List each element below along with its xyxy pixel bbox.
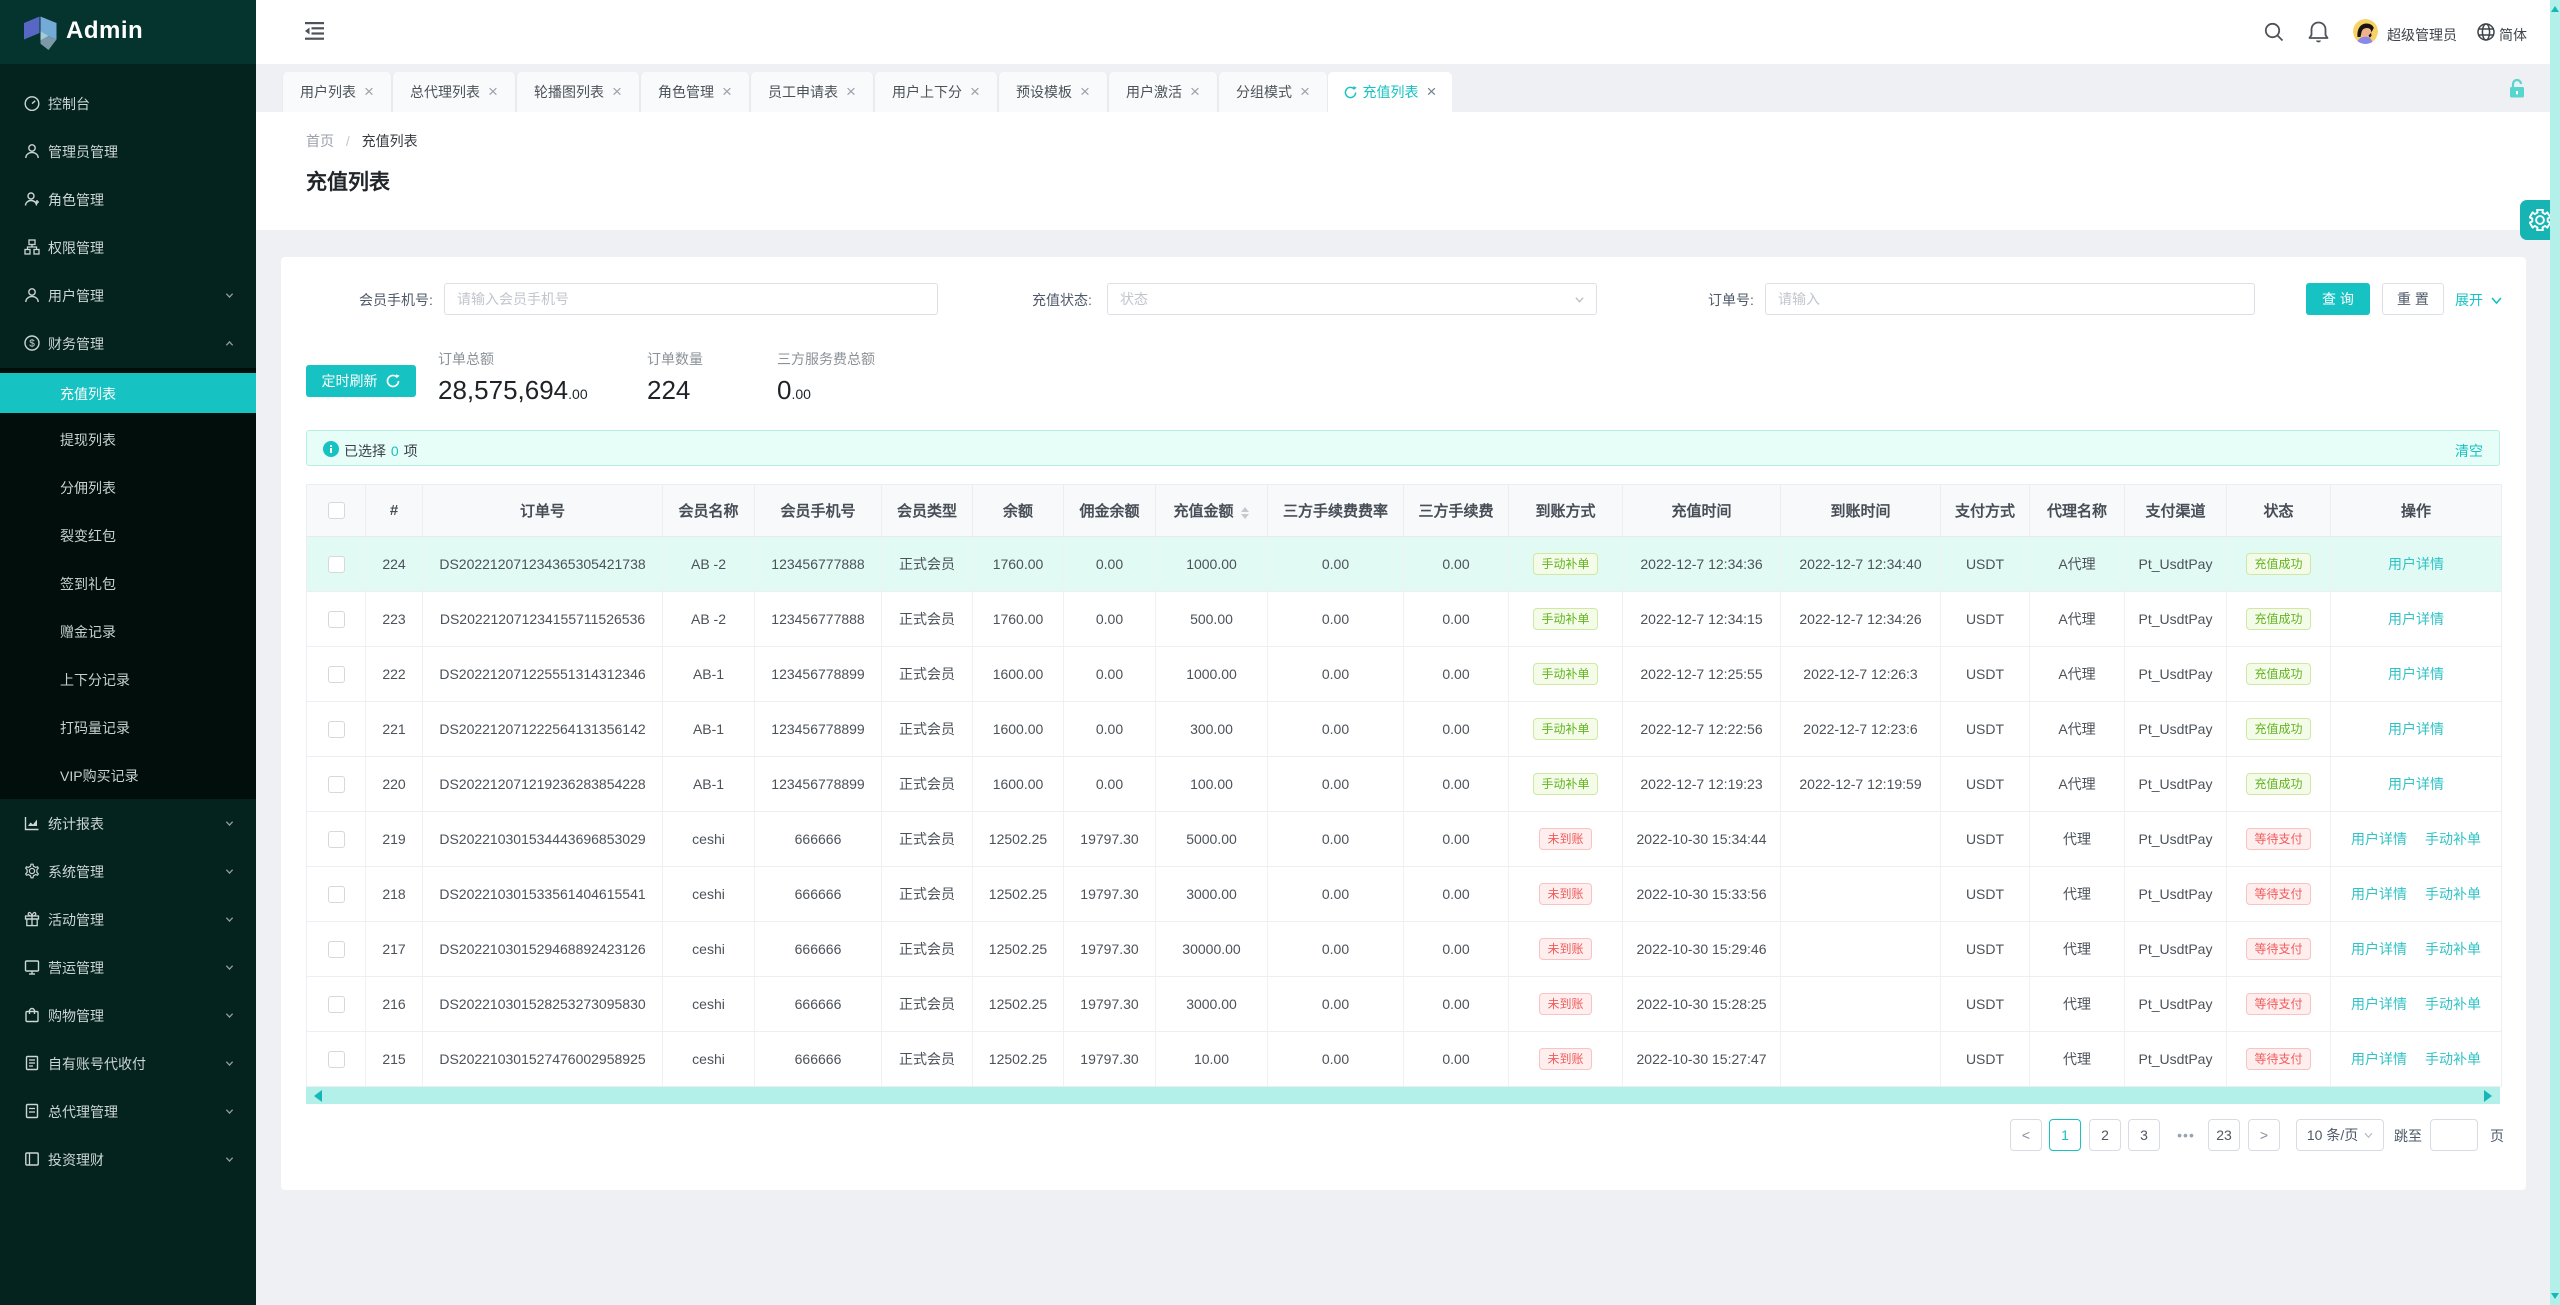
svg-text:$: $	[29, 339, 35, 350]
